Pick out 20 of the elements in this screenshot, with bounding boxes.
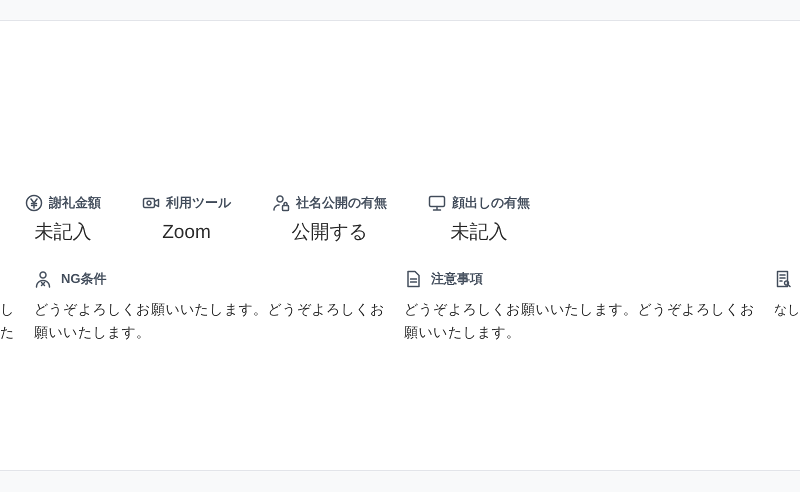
note-text: た (0, 323, 15, 342)
attribute-value: 未記入 (34, 220, 92, 244)
note-label: NG条件 (61, 270, 106, 288)
note-text: し (0, 300, 15, 319)
monitor-icon (428, 194, 446, 212)
attribute-label: 社名公開の有無 (296, 194, 387, 212)
person-x-icon (34, 270, 52, 288)
attribute-value: 未記入 (450, 220, 508, 244)
person-lock-icon (272, 194, 290, 212)
document-search-icon (774, 270, 792, 288)
note-text: どうぞよろしくお願いいたします。どうぞよろしくお願いいたします。 (404, 300, 756, 342)
attribute-label: 謝礼金額 (49, 194, 101, 212)
attribute-value: Zoom (162, 220, 211, 244)
attribute-label: 顔出しの有無 (452, 194, 530, 212)
note-label: 注意事項 (431, 270, 483, 288)
attribute-label: 利用ツール (166, 194, 231, 212)
note-text: どうぞよろしくお願いいたします。どうぞよろしくお願いいたします。 (34, 300, 386, 342)
attribute-value: 公開する (292, 220, 368, 244)
note-text: なし (774, 301, 800, 319)
yen-icon (25, 194, 43, 212)
